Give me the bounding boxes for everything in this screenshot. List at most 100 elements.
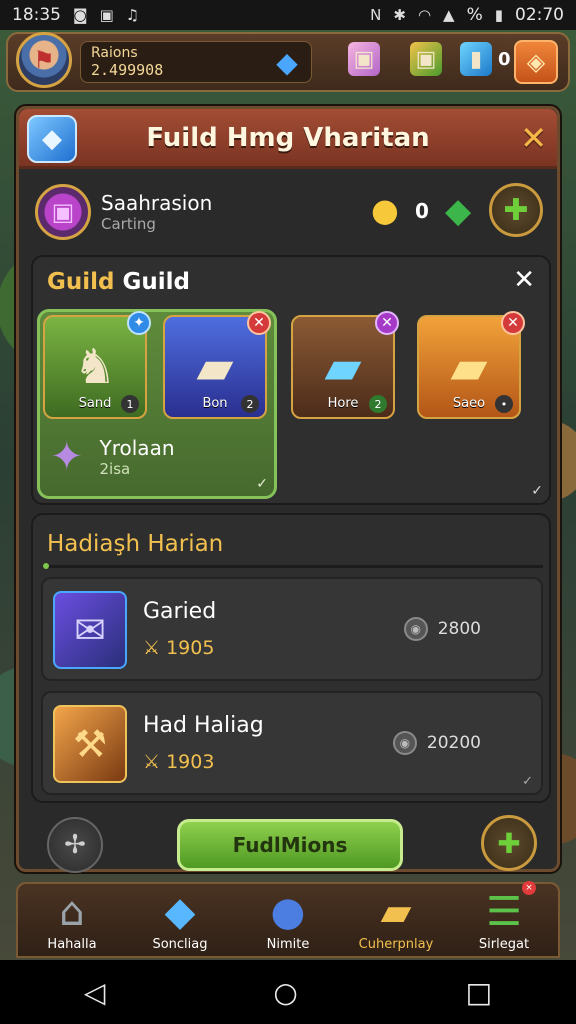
bluetooth-icon: ✱	[393, 6, 406, 24]
wifi-icon: ◠	[417, 6, 432, 24]
guild-name: Saahrasion	[101, 191, 213, 215]
battery-percent: %	[466, 5, 483, 25]
green-cube-icon: ▣	[410, 42, 442, 76]
section-divider	[43, 563, 543, 569]
shop-button[interactable]: ◈	[514, 40, 558, 84]
tag-icon: ◈	[526, 48, 546, 76]
reward-icon: ◉	[392, 731, 417, 755]
hero-icon: ⚒	[53, 705, 127, 783]
green-cube-resource[interactable]: ▣	[410, 42, 442, 76]
star-shuriken-icon: ✦	[50, 434, 84, 480]
back-icon[interactable]: ◁	[84, 976, 106, 1009]
pink-cube-icon: ▣	[348, 42, 380, 76]
list-icon: ☰	[486, 889, 522, 935]
home-icon[interactable]: ○	[273, 976, 297, 1009]
crystal-icon[interactable]: ◆	[270, 44, 304, 80]
unit-name: Yrolaan	[99, 436, 175, 460]
add-button[interactable]: ✚	[481, 815, 537, 871]
tab-label: Sirlegat	[478, 937, 530, 952]
navigate-button[interactable]: ✢	[47, 817, 103, 873]
reward-amount: 20200	[426, 733, 481, 753]
quest-value-number: 1905	[166, 637, 215, 659]
guild-card-chest-purple[interactable]: ▰ ✕ Bon 2	[163, 311, 271, 419]
guild-section: Guild Guild ✕ ✦ Yrolaan 2isa ✓ ♞ ✦ Sand …	[31, 255, 551, 505]
panel-title: Fuild Hmg Vharitan	[146, 122, 430, 153]
close-guild-section-button[interactable]: ✕	[513, 265, 535, 295]
reward-amount: 2800	[437, 619, 481, 639]
blue-bottle-resource[interactable]: ▮ 0	[460, 42, 511, 76]
close-panel-button[interactable]: ✕	[520, 119, 547, 157]
nfc-icon: N	[370, 6, 382, 24]
guild-panel: ◆ Fuild Hmg Vharitan ✕ ▣ Saahrasion Cart…	[16, 106, 560, 873]
warrior-icon: ♞	[73, 339, 117, 395]
reward-icon: ◉	[403, 617, 428, 641]
system-status-bar: 18:35 ◙ ▣ ♫ N ✱ ◠ ▲ % ▮ 02:70	[0, 0, 576, 30]
gold-chest-icon: ▰	[450, 339, 488, 395]
tab-crystal[interactable]: ◆ Soncliag	[130, 885, 230, 952]
coin-count: 0	[415, 199, 429, 223]
guild-section-title: Guild Guild	[47, 269, 190, 295]
level-icon: 2	[241, 395, 259, 413]
main-action-button[interactable]: FudlMions	[177, 819, 403, 871]
guild-title-white: Guild	[122, 269, 190, 295]
blue-orb-icon: ●	[270, 889, 306, 935]
green-gem-icon: ◆	[445, 191, 472, 231]
guild-subtitle: Carting	[101, 215, 156, 233]
recents-icon[interactable]: □	[466, 976, 492, 1009]
quest-reward: ◉ 2800	[403, 617, 481, 641]
daily-quest-row[interactable]: ✉ Garied ⚔ 1905 ◉ 2800	[41, 577, 543, 681]
badge-icon: ✕	[501, 311, 525, 335]
guild-card-warrior[interactable]: ♞ ✦ Sand 1	[43, 311, 151, 419]
compass-icon: ✢	[64, 830, 86, 860]
tab-label: Cuherpnlay	[358, 937, 434, 952]
scroll-icon: ✉	[53, 591, 127, 669]
notification-badge-icon: ×	[522, 881, 536, 895]
daily-section-title: Hadiaşh Harian	[47, 531, 224, 557]
unit-subtitle: 2isa	[99, 460, 131, 478]
status-time: 18:35	[12, 5, 61, 25]
guild-emblem-icon[interactable]: ▣	[35, 184, 91, 240]
level-icon: •	[495, 395, 513, 413]
level-icon: 1	[121, 395, 139, 413]
panel-header: ◆ Fuild Hmg Vharitan ✕	[19, 109, 557, 169]
guild-card-chest-gold[interactable]: ▰ ✕ Saeo •	[417, 311, 525, 419]
badge-icon: ✕	[375, 311, 399, 335]
sword-icon: ⚔	[143, 637, 161, 659]
quest-name: Had Haliag	[143, 713, 264, 738]
tab-quests[interactable]: ☰ Sirlegat ×	[454, 881, 554, 952]
badge-icon: ✦	[127, 311, 151, 335]
android-navigation-bar: ◁ ○ □	[0, 960, 576, 1024]
tab-guild[interactable]: ▰ Cuherpnlay	[346, 885, 446, 952]
blue-chest-icon: ▰	[324, 339, 362, 395]
battery-icon: ▮	[494, 6, 503, 24]
level-icon: 2	[369, 395, 387, 413]
blue-bottle-icon: ▮	[460, 42, 492, 76]
guild-card-chest-blue[interactable]: ▰ ✕ Hore 2	[291, 311, 399, 419]
check-icon: ✓	[531, 483, 543, 499]
check-icon: ✓	[522, 774, 533, 789]
quest-value: ⚔ 1905	[143, 637, 214, 659]
daily-section: Hadiaşh Harian ✉ Garied ⚔ 1905 ◉ 2800 ⚒ …	[31, 513, 551, 803]
tab-shop[interactable]: ● Nimite	[238, 885, 338, 952]
purple-chest-icon: ▰	[196, 339, 234, 395]
tab-label: Nimite	[266, 937, 310, 952]
tab-home[interactable]: ⌂ Hahalla	[22, 885, 122, 952]
player-avatar[interactable]: ⚑	[16, 32, 72, 88]
app-notification-icon: ▣	[99, 6, 114, 24]
daily-quest-row[interactable]: ⚒ Had Haliag ⚔ 1903 ◉ 20200 ✓	[41, 691, 543, 795]
music-notification-icon: ♫	[125, 6, 140, 24]
resource-bar: ⚑ Raions 2.499908 ◆ ▣ ▣ ▮ 0 ◈	[6, 32, 570, 92]
blue-count: 0	[498, 48, 511, 70]
treasure-chest-icon: ▰	[380, 889, 412, 935]
status-time-right: 02:70	[515, 5, 564, 25]
quest-value-number: 1903	[166, 751, 215, 773]
add-guild-button[interactable]: ✚	[489, 183, 543, 237]
quest-reward: ◉ 20200	[392, 731, 481, 755]
quest-name: Garied	[143, 599, 217, 624]
guild-title-gold: Guild	[47, 269, 115, 295]
cube-menu-icon[interactable]: ◆	[27, 115, 77, 163]
crystal-icon: ◆	[164, 889, 196, 935]
castle-icon: ⌂	[59, 889, 85, 935]
coin-icon: ●	[371, 191, 399, 229]
pink-cube-resource[interactable]: ▣	[348, 42, 380, 76]
